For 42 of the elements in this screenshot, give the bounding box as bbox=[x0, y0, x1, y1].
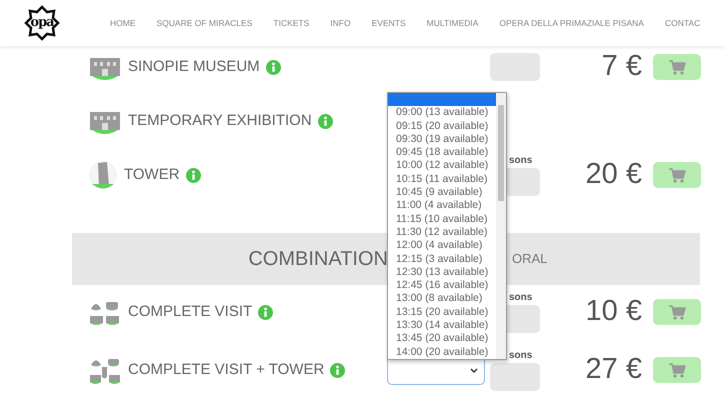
dropdown-option[interactable]: 11:15 (10 available) bbox=[388, 212, 496, 226]
nav-link[interactable]: EVENTS bbox=[372, 16, 406, 30]
dropdown-option[interactable]: 12:00 (4 available) bbox=[388, 239, 496, 253]
logo[interactable]: opa bbox=[24, 5, 60, 41]
nav-link[interactable]: INFO bbox=[330, 16, 351, 30]
price: 7 € bbox=[602, 50, 642, 82]
nav-link[interactable]: TICKETS bbox=[273, 16, 310, 30]
field-label: sons bbox=[508, 154, 534, 168]
dropdown-option[interactable]: 09:00 (13 available) bbox=[388, 106, 496, 120]
dropdown-option[interactable]: 11:30 (12 available) bbox=[388, 226, 496, 240]
section-title: COMBINATION bbox=[247, 247, 388, 272]
dropdown-option[interactable]: 12:45 (16 available) bbox=[388, 279, 496, 292]
ticket-name: COMPLETE VISIT + TOWER bbox=[128, 360, 324, 380]
nav-link[interactable]: CONTAC bbox=[664, 16, 700, 30]
nav-link[interactable]: OPERA DELLA PRIMAZIALE PISANA bbox=[499, 16, 644, 30]
dropdown-option[interactable]: 10:15 (11 available) bbox=[388, 172, 496, 186]
dropdown-option[interactable]: 12:15 (3 available) bbox=[388, 252, 496, 266]
price: 20 € bbox=[586, 158, 642, 190]
price: 10 € bbox=[586, 295, 642, 328]
price: 27 € bbox=[586, 353, 642, 386]
ticket-name: TOWER bbox=[124, 164, 180, 185]
dropdown-option[interactable]: 09:45 (18 available) bbox=[388, 146, 496, 160]
dropdown-option[interactable]: 14:00 (20 available) bbox=[388, 346, 496, 359]
field-label: sons bbox=[508, 349, 534, 363]
dropdown-option[interactable]: 12:30 (13 available) bbox=[388, 266, 496, 280]
nav-link[interactable]: MULTIMEDIA bbox=[426, 16, 478, 30]
ticket-name: COMPLETE VISIT bbox=[128, 302, 252, 322]
dropdown-option[interactable]: 13:00 (8 available) bbox=[388, 292, 496, 306]
ticket-name: TEMPORARY EXHIBITION bbox=[128, 110, 312, 131]
dropdown-option[interactable]: 10:45 (9 available) bbox=[388, 186, 496, 200]
section-subtitle: ORAL bbox=[512, 250, 548, 268]
dropdown-option[interactable]: 09:15 (20 available) bbox=[388, 120, 496, 133]
nav-link[interactable]: HOME bbox=[110, 16, 136, 30]
field-label: sons bbox=[508, 291, 534, 305]
dropdown-option[interactable]: 13:30 (14 available) bbox=[388, 319, 496, 332]
dropdown-option[interactable]: 11:00 (4 available) bbox=[388, 199, 496, 213]
dropdown-option[interactable]: 13:45 (20 available) bbox=[388, 332, 496, 346]
ticket-name: SINOPIE MUSEUM bbox=[128, 56, 260, 77]
dropdown-option[interactable]: 09:30 (19 available) bbox=[388, 132, 496, 146]
dropdown-option[interactable]: 10:00 (12 available) bbox=[388, 159, 496, 173]
dropdown-option[interactable]: 13:15 (20 available) bbox=[388, 306, 496, 320]
nav-link[interactable]: SQUARE OF MIRACLES bbox=[156, 16, 252, 30]
